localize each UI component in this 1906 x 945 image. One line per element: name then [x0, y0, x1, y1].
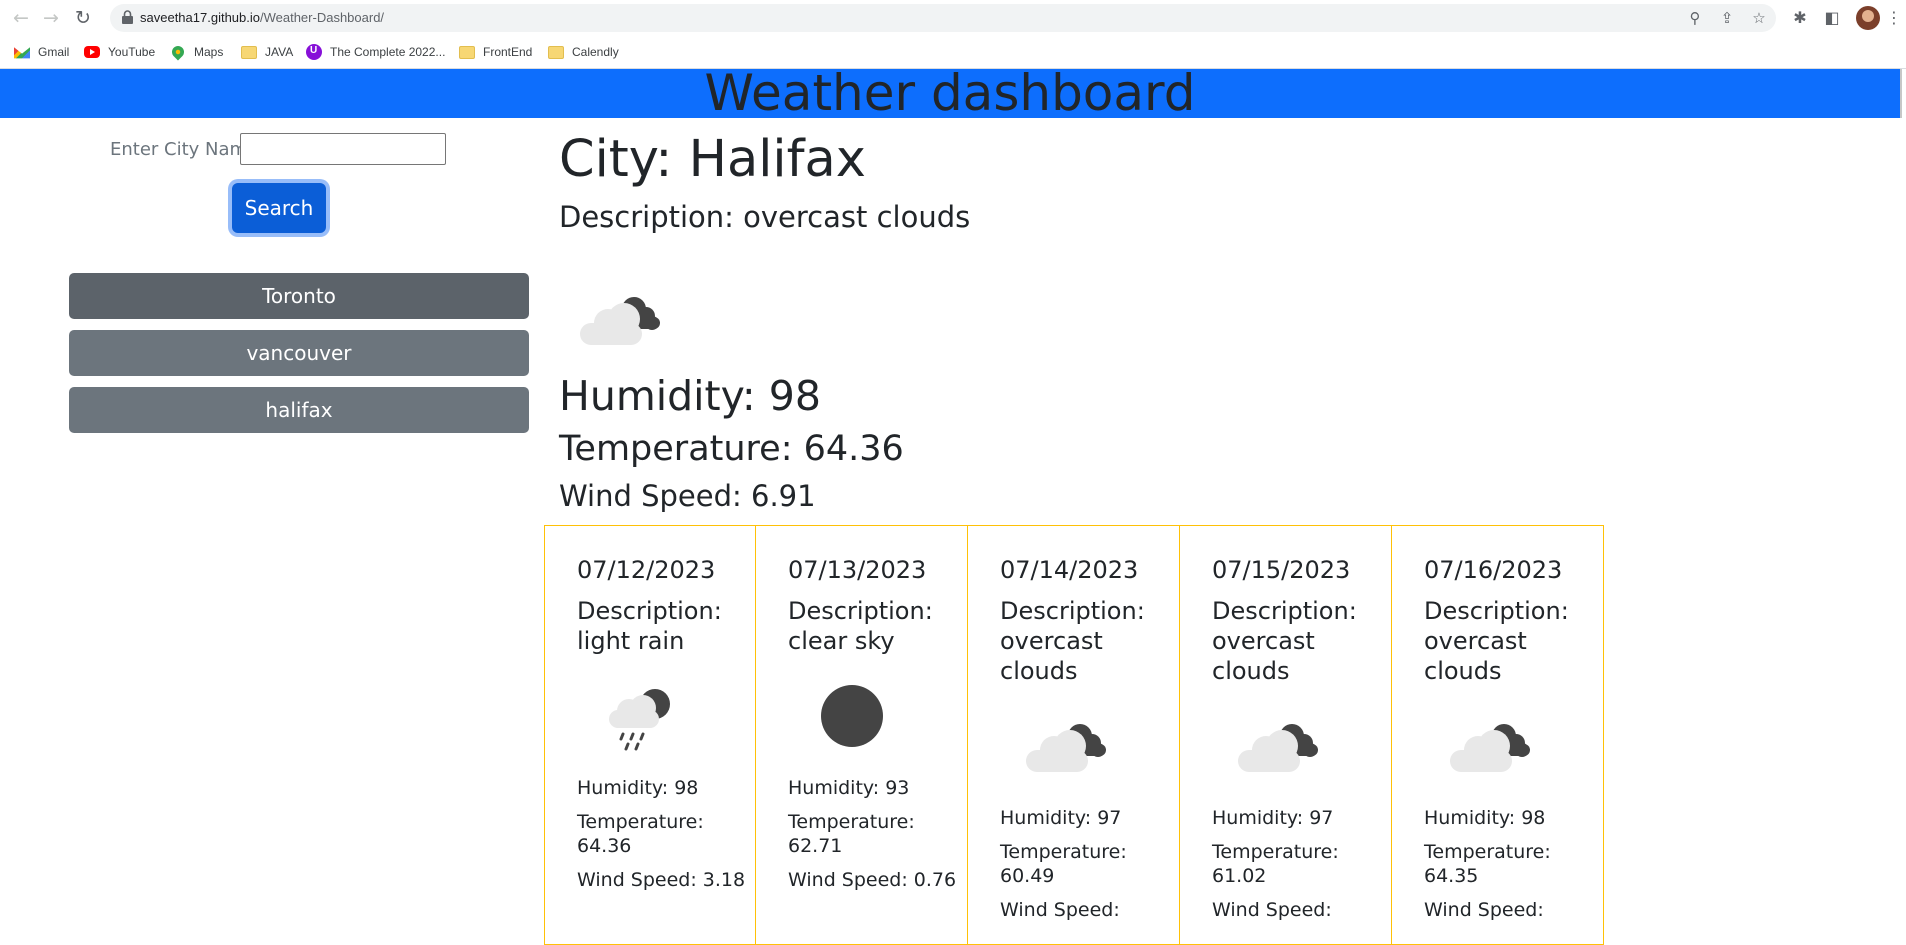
forecast-date: 07/13/2023 [788, 556, 927, 584]
side-panel-icon[interactable]: ◧ [1820, 6, 1844, 30]
current-wind-speed: Wind Speed: 6.91 [559, 479, 816, 513]
overcast-clouds-icon [1238, 724, 1318, 772]
forecast-date: 07/16/2023 [1424, 556, 1563, 584]
overcast-clouds-icon [1026, 724, 1106, 772]
maps-icon [169, 43, 187, 61]
folder-icon [459, 46, 475, 59]
gmail-icon [14, 47, 30, 59]
forecast-wind-speed: Wind Speed: 3.18 [577, 869, 746, 891]
forecast-description: Description: overcast clouds [1000, 597, 1145, 685]
forecast-wind-speed: Wind Speed: [1424, 899, 1544, 921]
history-button-vancouver[interactable]: vancouver [69, 330, 529, 376]
forecast-temperature: Temperature: 62.71 [788, 811, 915, 857]
city-name-input[interactable] [240, 133, 446, 165]
forecast-description: Description: clear sky [788, 597, 933, 655]
overcast-clouds-icon [580, 297, 660, 345]
forecast-wind-speed: Wind Speed: 0.76 [788, 869, 957, 891]
folder-icon [241, 46, 257, 59]
youtube-icon [84, 46, 100, 58]
forecast-temperature: Temperature: 60.49 [1000, 841, 1127, 887]
lock-icon [122, 10, 133, 24]
forecast-temperature: Temperature: 61.02 [1212, 841, 1339, 887]
forecast-date: 07/15/2023 [1212, 556, 1351, 584]
browser-toolbar: ← → ↻ saveetha17.github.io/Weather-Dashb… [0, 0, 1906, 36]
forecast-wind-speed: Wind Speed: [1212, 899, 1332, 921]
bookmark-star-icon[interactable]: ☆ [1748, 7, 1770, 29]
forecast-wind-speed: Wind Speed: [1000, 899, 1120, 921]
zoom-icon[interactable]: ⚲ [1684, 7, 1706, 29]
forecast-card: 07/15/2023 Description: overcast clouds … [1180, 525, 1392, 945]
address-bar[interactable]: saveetha17.github.io/Weather-Dashboard/ … [110, 4, 1776, 32]
forecast-description: Description: overcast clouds [1212, 597, 1357, 685]
forecast-card: 07/12/2023 Description: light rain Humid… [544, 525, 756, 945]
forecast-description: Description: overcast clouds [1424, 597, 1569, 685]
forecast-description: Description: light rain [577, 597, 722, 655]
forecast-card: 07/13/2023 Description: clear sky Humidi… [756, 525, 968, 945]
weather-page: Weather dashboard Enter City Name Search… [0, 64, 1906, 945]
back-arrow-icon[interactable]: ← [8, 6, 34, 30]
forecast-temperature: Temperature: 64.36 [577, 811, 704, 857]
search-button[interactable]: Search [232, 183, 326, 233]
forecast-date: 07/14/2023 [1000, 556, 1139, 584]
current-temperature: Temperature: 64.36 [559, 429, 904, 469]
forecast-card: 07/16/2023 Description: overcast clouds … [1392, 525, 1604, 945]
extensions-icon[interactable]: ✱ [1788, 6, 1812, 30]
current-city: City: Halifax [559, 130, 866, 189]
forward-arrow-icon[interactable]: → [38, 6, 64, 30]
folder-icon [548, 46, 564, 59]
light-rain-icon [609, 689, 670, 751]
forecast-humidity: Humidity: 98 [577, 777, 699, 799]
more-menu-icon[interactable]: ⋮ [1882, 6, 1906, 30]
forecast-humidity: Humidity: 98 [1424, 807, 1546, 829]
forecast-temperature: Temperature: 64.35 [1424, 841, 1551, 887]
overcast-clouds-icon [1450, 724, 1530, 772]
clear-sky-icon [821, 685, 883, 747]
reload-icon[interactable]: ↻ [70, 6, 96, 30]
share-icon[interactable]: ⇪ [1716, 7, 1738, 29]
header-bar: Weather dashboard [0, 64, 1902, 122]
forecast-humidity: Humidity: 97 [1000, 807, 1122, 829]
url-text: saveetha17.github.io/Weather-Dashboard/ [140, 10, 385, 25]
history-button-halifax[interactable]: halifax [69, 387, 529, 433]
city-name-label: Enter City Name [110, 139, 259, 160]
forecast-humidity: Humidity: 97 [1212, 807, 1334, 829]
forecast-humidity: Humidity: 93 [788, 777, 910, 799]
current-humidity: Humidity: 98 [559, 372, 821, 420]
history-button-toronto[interactable]: Toronto [69, 273, 529, 319]
forecast-date: 07/12/2023 [577, 556, 716, 584]
udemy-icon [306, 44, 322, 60]
forecast-row: 07/12/2023 Description: light rain Humid… [544, 525, 1604, 945]
profile-avatar[interactable] [1856, 6, 1880, 30]
forecast-card: 07/14/2023 Description: overcast clouds … [968, 525, 1180, 945]
current-description: Description: overcast clouds [559, 200, 971, 234]
page-title: Weather dashboard [704, 64, 1196, 122]
